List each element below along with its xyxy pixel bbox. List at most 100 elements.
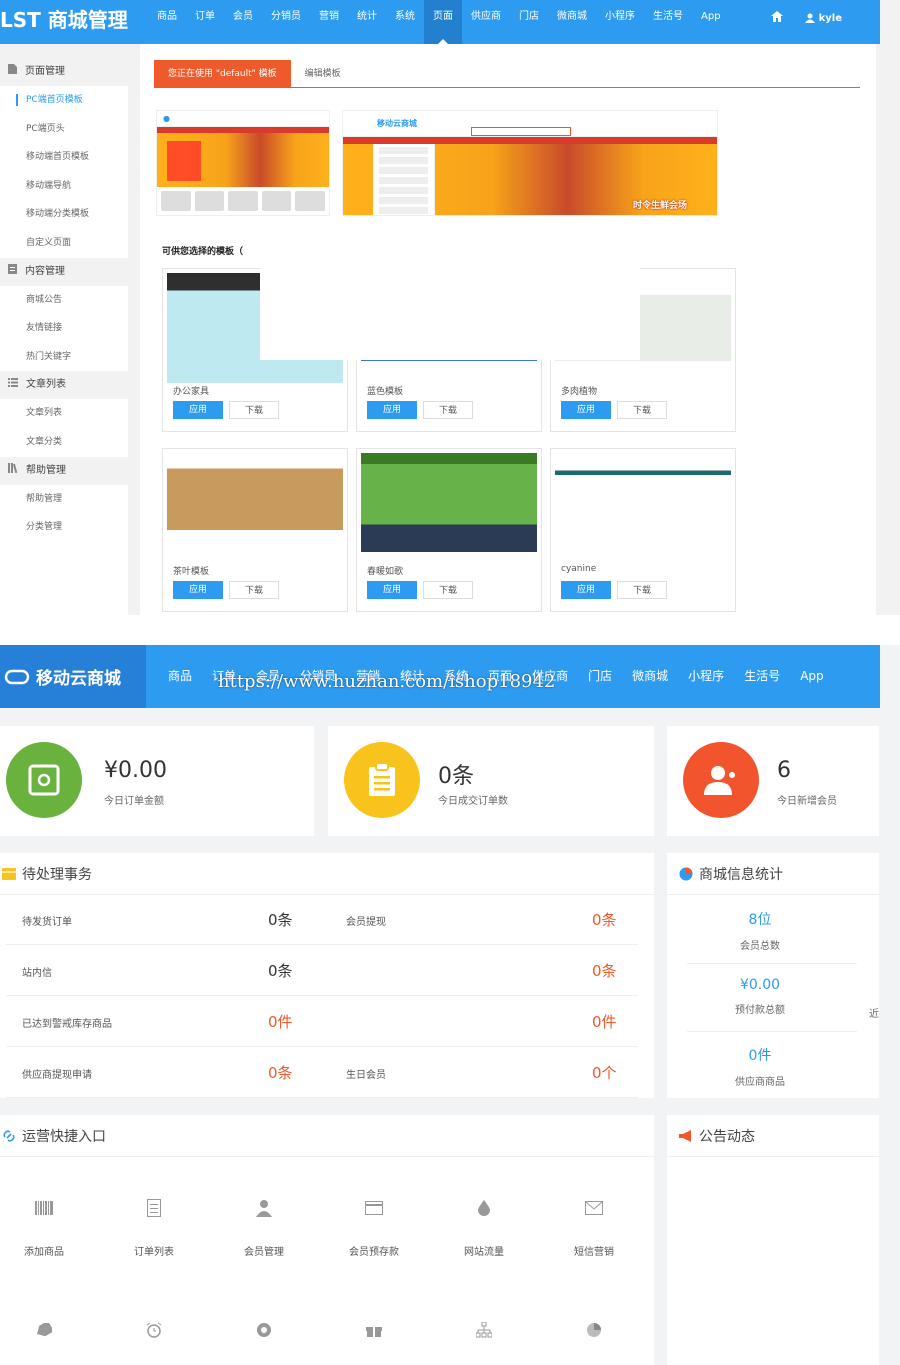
stat-label: 今日成交订单数 [438, 796, 508, 807]
sidebar-item[interactable]: PC端首页模板 [0, 86, 128, 115]
apply-button[interactable]: 应用 [561, 581, 611, 599]
quick-entry[interactable] [224, 1319, 304, 1341]
mall-stat[interactable]: ¥0.00 预付款总额 [687, 977, 833, 1016]
quick-entry[interactable]: 网站流量 [444, 1197, 524, 1258]
sidebar-item[interactable]: 移动端分类模板 [0, 200, 128, 229]
admin-main-nav: 商品 订单 会员 分销员 营销 统计 系统 页面 供应商 门店 微商城 小程序 生活号 App [148, 0, 730, 44]
quick-entry[interactable] [334, 1319, 414, 1341]
apply-button[interactable]: 应用 [173, 581, 223, 599]
nav-item[interactable]: 统计 [348, 0, 386, 44]
pie-chart-icon [679, 867, 693, 880]
quick-entry[interactable]: 订单列表 [114, 1197, 194, 1258]
quick-entry[interactable]: 会员预存款 [334, 1197, 414, 1258]
nav-item[interactable]: 门店 [510, 0, 548, 44]
nav-item[interactable]: 页面 [424, 0, 462, 44]
preview-logo: ● [163, 114, 170, 123]
download-button[interactable]: 下载 [229, 581, 279, 599]
quick-entry[interactable]: 会员管理 [224, 1197, 304, 1258]
admin-logo[interactable]: LST 商城管理 [0, 4, 128, 33]
pending-value[interactable]: 0条 [268, 1062, 293, 1083]
download-button[interactable]: 下载 [617, 581, 667, 599]
quick-entry[interactable]: 添加商品 [4, 1197, 84, 1258]
sidebar-item[interactable]: 友情链接 [0, 314, 128, 343]
nav-item[interactable]: 供应商 [462, 0, 510, 44]
nav-item[interactable]: 分销员 [262, 0, 310, 44]
sidebar-group-label: 文章列表 [26, 379, 66, 391]
tab-current-template[interactable]: 您正在使用 "default" 模板 [154, 60, 291, 87]
template-thumbnail[interactable] [167, 453, 343, 563]
quick-entry[interactable] [4, 1319, 84, 1341]
stat-label: 今日订单金额 [104, 796, 164, 807]
user-menu[interactable]: kyle [804, 12, 842, 24]
nav-item[interactable]: 商品 [158, 645, 202, 708]
sidebar-group-1[interactable]: 内容管理 [0, 257, 128, 286]
megaphone-icon [679, 1129, 691, 1142]
nav-item[interactable]: 小程序 [596, 0, 644, 44]
apply-button[interactable]: 应用 [561, 401, 611, 419]
nav-item[interactable]: 商品 [148, 0, 186, 44]
sitemap-icon [444, 1319, 524, 1341]
download-button[interactable]: 下载 [423, 401, 473, 419]
sidebar-group-3[interactable]: 帮助管理 [0, 456, 128, 485]
tab-edit-template[interactable]: 编辑模板 [291, 60, 355, 87]
download-button[interactable]: 下载 [423, 581, 473, 599]
template-actions: 应用 下载 [173, 401, 279, 419]
mall-stat[interactable]: 0件 供应商商品 [687, 1045, 833, 1088]
quick-entry[interactable] [554, 1319, 634, 1341]
tag-icon [4, 1319, 84, 1341]
sidebar-item[interactable]: 移动端首页模板 [0, 143, 128, 172]
nav-item[interactable]: 生活号 [734, 645, 790, 708]
current-template-preview-small: ● [156, 110, 330, 216]
pending-row: 供应商提现申请 0条 生日会员 0个 [6, 1048, 638, 1098]
pending-value[interactable]: 0条 [268, 909, 293, 930]
nav-item[interactable]: 会员 [224, 0, 262, 44]
nav-item[interactable]: 微商城 [622, 645, 678, 708]
sidebar-group-0[interactable]: 页面管理 [0, 58, 128, 86]
dashboard-logo[interactable]: 移动云商城 [0, 645, 146, 708]
nav-item[interactable]: App [692, 0, 730, 44]
download-button[interactable]: 下载 [617, 401, 667, 419]
template-thumbnail[interactable] [361, 453, 537, 563]
quick-entry[interactable] [114, 1319, 194, 1341]
apply-button[interactable]: 应用 [367, 401, 417, 419]
nav-item[interactable]: 生活号 [644, 0, 692, 44]
sidebar-item[interactable]: 分类管理 [0, 513, 128, 542]
pending-value[interactable]: 0件 [592, 1011, 617, 1032]
template-thumbnail[interactable] [555, 453, 731, 563]
mall-stat[interactable]: 8位 会员总数 [687, 909, 833, 952]
home-icon[interactable] [770, 11, 783, 25]
sidebar-item[interactable]: 移动端导航 [0, 172, 128, 201]
sidebar-item[interactable]: 文章列表 [0, 399, 128, 428]
pending-value[interactable]: 0条 [592, 960, 617, 981]
quick-entry[interactable] [444, 1319, 524, 1341]
apply-button[interactable]: 应用 [173, 401, 223, 419]
mall-stats-title: 商城信息统计 [699, 866, 783, 883]
apply-button[interactable]: 应用 [367, 581, 417, 599]
mail-icon [554, 1197, 634, 1219]
nav-item[interactable]: 营销 [310, 0, 348, 44]
nav-item[interactable]: App [790, 645, 833, 708]
nav-item[interactable]: 微商城 [548, 0, 596, 44]
pending-value[interactable]: 0件 [268, 1011, 293, 1032]
nav-item[interactable]: 门店 [578, 645, 622, 708]
sidebar-item[interactable]: 文章分类 [0, 428, 128, 457]
sidebar-item[interactable]: 自定义页面 [0, 229, 128, 258]
pending-value[interactable]: 0个 [592, 1062, 617, 1083]
download-button[interactable]: 下载 [229, 401, 279, 419]
nav-item[interactable]: 小程序 [678, 645, 734, 708]
pending-value[interactable]: 0条 [592, 909, 617, 930]
sidebar-item[interactable]: 帮助管理 [0, 485, 128, 514]
sidebar-item[interactable]: PC端页头 [0, 115, 128, 144]
sidebar-item[interactable]: 热门关键字 [0, 343, 128, 372]
nav-item[interactable]: 订单 [186, 0, 224, 44]
sidebar-group-2[interactable]: 文章列表 [0, 371, 128, 400]
pending-value[interactable]: 0条 [268, 960, 293, 981]
template-content: 您正在使用 "default" 模板 编辑模板 ● 移动云商城 时令生鲜会场 可… [140, 44, 876, 615]
nav-item[interactable]: 系统 [386, 0, 424, 44]
user-name: kyle [818, 12, 842, 24]
quick-entry[interactable]: 短信营销 [554, 1197, 634, 1258]
stat-value: ¥0.00 [104, 758, 167, 783]
available-templates-heading: 可供您选择的模板（ [162, 247, 244, 257]
sidebar-item[interactable]: 商城公告 [0, 286, 128, 315]
template-card: cyanine 应用 下载 [550, 448, 736, 612]
